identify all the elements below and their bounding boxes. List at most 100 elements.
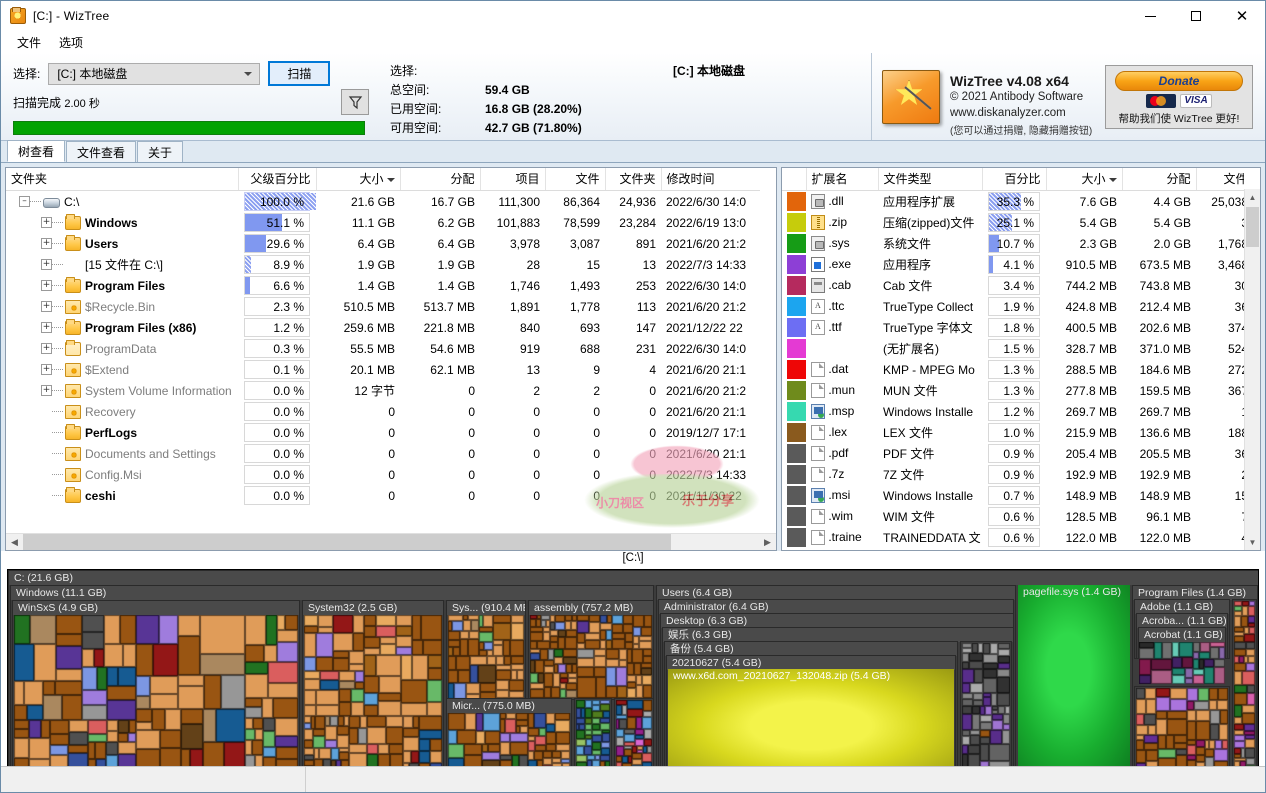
expand-icon[interactable]: + [41, 343, 52, 354]
treemap-microsoft-blocks[interactable] [448, 713, 570, 770]
col-ext-files[interactable]: 文件 [1196, 168, 1244, 191]
table-row[interactable]: Config.Msi0.0 %000002022/7/3 14:33 [6, 464, 760, 485]
table-row[interactable]: +$Recycle.Bin2.3 %510.5 MB513.7 MB1,8911… [6, 296, 760, 317]
tree-node-cell[interactable]: +ProgramData [6, 338, 238, 359]
treemap-microsoft[interactable]: Micr... (775.0 MB) [446, 698, 572, 772]
table-row[interactable]: .wimWIM 文件0.6 %128.5 MB96.1 MB7 [782, 506, 1244, 527]
col-files[interactable]: 文件 [545, 168, 605, 191]
table-row[interactable]: +Windows51.1 %11.1 GB6.2 GB101,88378,599… [6, 212, 760, 233]
tree-node-cell[interactable]: +[15 文件在 C:\] [6, 254, 238, 275]
table-row[interactable]: .munMUN 文件1.3 %277.8 MB159.5 MB367 [782, 380, 1244, 401]
expand-icon[interactable]: + [41, 301, 52, 312]
treemap-assembly[interactable]: assembly (757.2 MB) [528, 600, 654, 700]
ext-name-cell[interactable]: .ttc [806, 296, 878, 317]
tree-node-cell[interactable]: ceshi [6, 485, 238, 506]
table-row[interactable]: .datKMP - MPEG Mo1.3 %288.5 MB184.6 MB27… [782, 359, 1244, 380]
tree-node-cell[interactable]: +Program Files (x86) [6, 317, 238, 338]
treemap-misc-b[interactable] [614, 698, 654, 772]
col-ext-alloc[interactable]: 分配 [1122, 168, 1196, 191]
col-folders[interactable]: 文件夹 [605, 168, 661, 191]
treemap-winsxs-blocks[interactable] [14, 615, 298, 770]
col-parent-pct[interactable]: 父级百分比 [238, 168, 316, 191]
table-row[interactable]: +Program Files (x86)1.2 %259.6 MB221.8 M… [6, 317, 760, 338]
treemap-acrobat-blocks[interactable] [1139, 642, 1225, 684]
tree-node-cell[interactable]: +Windows [6, 212, 238, 233]
table-row[interactable]: .sys系统文件10.7 %2.3 GB2.0 GB1,768 [782, 233, 1244, 254]
treemap-assembly-blocks[interactable] [530, 615, 652, 698]
expand-icon[interactable]: + [41, 217, 52, 228]
scan-button[interactable]: 扫描 [268, 61, 330, 86]
col-modified[interactable]: 修改时间 [661, 168, 760, 191]
table-row[interactable]: ceshi0.0 %000002021/11/30 22 [6, 485, 760, 506]
ext-name-cell[interactable]: .dll [806, 191, 878, 213]
table-row[interactable]: .7z7Z 文件0.9 %192.9 MB192.9 MB2 [782, 464, 1244, 485]
table-row[interactable]: +$Extend0.1 %20.1 MB62.1 MB13942021/6/20… [6, 359, 760, 380]
col-size[interactable]: 大小 [316, 168, 400, 191]
table-row[interactable]: .dll应用程序扩展35.3 %7.6 GB4.4 GB25,038 [782, 191, 1244, 213]
treemap-system32-blocks[interactable] [304, 615, 442, 770]
ext-name-cell[interactable]: .7z [806, 464, 878, 485]
treemap-misc-a[interactable] [574, 698, 612, 772]
hscroll-track[interactable] [23, 534, 759, 551]
ext-name-cell[interactable] [806, 338, 878, 359]
tab-about[interactable]: 关于 [137, 141, 183, 162]
tree-node-cell[interactable]: –C:\ [6, 191, 238, 213]
drive-select[interactable]: [C:] 本地磁盘 [48, 63, 260, 85]
treemap-canvas[interactable]: C: (21.6 GB)Windows (11.1 GB)WinSxS (4.9… [7, 569, 1259, 777]
table-row[interactable]: +System Volume Information0.0 %12 字节0220… [6, 380, 760, 401]
expand-icon[interactable]: + [41, 364, 52, 375]
table-row[interactable]: Recovery0.0 %000002021/6/20 21:1 [6, 401, 760, 422]
table-row[interactable]: +[15 文件在 C:\]8.9 %1.9 GB1.9 GB2815132022… [6, 254, 760, 275]
minimize-button[interactable] [1127, 1, 1173, 31]
treemap-misc-a-blocks[interactable] [576, 700, 610, 770]
treemap-pf-lower-blocks[interactable] [1136, 688, 1228, 770]
scroll-left-icon[interactable]: ◀ [6, 537, 23, 548]
scroll-down-icon[interactable]: ▼ [1245, 534, 1260, 550]
col-folder[interactable]: 文件夹 [6, 168, 238, 191]
table-row[interactable]: .ttfTrueType 字体文1.8 %400.5 MB202.6 MB374 [782, 317, 1244, 338]
expand-icon[interactable]: + [41, 238, 52, 249]
tab-tree-view[interactable]: 树查看 [7, 140, 65, 162]
treemap-zipfile[interactable]: www.x6d.com_20210627_132048.zip (5.4 GB) [668, 669, 954, 772]
tree-node-cell[interactable]: +$Recycle.Bin [6, 296, 238, 317]
table-row[interactable]: .cabCab 文件3.4 %744.2 MB743.8 MB30 [782, 275, 1244, 296]
col-filetype[interactable]: 文件类型 [878, 168, 982, 191]
table-row[interactable]: .traineTRAINEDDATA 文0.6 %122.0 MB122.0 M… [782, 527, 1244, 548]
table-row[interactable]: .msiWindows Installe0.7 %148.9 MB148.9 M… [782, 485, 1244, 506]
table-row[interactable]: .pdfPDF 文件0.9 %205.4 MB205.5 MB36 [782, 443, 1244, 464]
col-alloc[interactable]: 分配 [400, 168, 480, 191]
hscroll-thumb[interactable] [23, 534, 671, 551]
table-row[interactable]: PerfLogs0.0 %000002019/12/7 17:1 [6, 422, 760, 443]
ext-name-cell[interactable]: .mun [806, 380, 878, 401]
donate-button[interactable]: Donate [1115, 71, 1243, 91]
tree-node-cell[interactable]: +Program Files [6, 275, 238, 296]
treemap-pf-misc[interactable] [1232, 599, 1257, 772]
tree-node-cell[interactable]: +System Volume Information [6, 380, 238, 401]
menu-options[interactable]: 选项 [51, 32, 91, 53]
collapse-icon[interactable]: – [19, 196, 30, 207]
scroll-right-icon[interactable]: ▶ [759, 537, 776, 548]
col-items[interactable]: 项目 [480, 168, 545, 191]
menu-file[interactable]: 文件 [9, 32, 49, 53]
ext-name-cell[interactable]: .zip [806, 212, 878, 233]
tree-node-cell[interactable]: +$Extend [6, 359, 238, 380]
treemap-pf-lower[interactable] [1134, 686, 1230, 772]
expand-icon[interactable]: + [41, 385, 52, 396]
filter-button[interactable] [341, 89, 369, 115]
tree-hscrollbar[interactable]: ◀ ▶ [6, 533, 776, 550]
ext-name-cell[interactable]: .cab [806, 275, 878, 296]
table-row[interactable]: .lexLEX 文件1.0 %215.9 MB136.6 MB188 [782, 422, 1244, 443]
ext-name-cell[interactable]: .ttf [806, 317, 878, 338]
close-button[interactable]: ✕ [1219, 1, 1265, 31]
treemap-system32[interactable]: System32 (2.5 GB) [302, 600, 444, 772]
treemap-users-misc[interactable] [960, 641, 1012, 772]
ext-name-cell[interactable]: .pdf [806, 443, 878, 464]
ext-name-cell[interactable]: .exe [806, 254, 878, 275]
ext-name-cell[interactable]: .lex [806, 422, 878, 443]
vscroll-thumb[interactable] [1246, 207, 1259, 247]
table-row[interactable]: –C:\100.0 %21.6 GB16.7 GB111,30086,36424… [6, 191, 760, 213]
treemap-pagefile[interactable]: pagefile.sys (1.4 GB) [1018, 585, 1130, 774]
ext-name-cell[interactable]: .msi [806, 485, 878, 506]
scroll-up-icon[interactable]: ▲ [1245, 189, 1260, 205]
table-row[interactable]: .mspWindows Installe1.2 %269.7 MB269.7 M… [782, 401, 1244, 422]
